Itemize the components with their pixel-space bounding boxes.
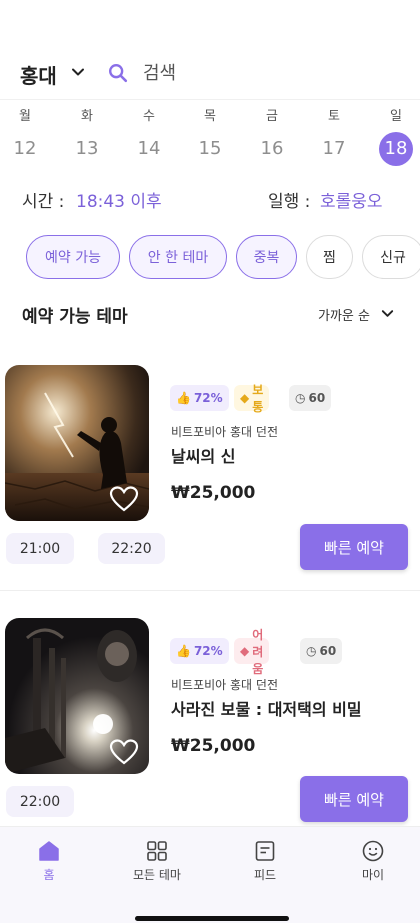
smile-icon [362,840,384,862]
duration-value: 60 [308,391,326,405]
date-item[interactable]: 토 17 [314,108,354,166]
difficulty-badge: ◆ 보통 [234,383,270,414]
clock-icon: ◷ [306,644,317,658]
time-slot[interactable]: 21:00 [6,533,74,564]
quick-reserve-button[interactable]: 빠른 예약 [300,524,408,570]
like-badge: 👍 72% [170,638,229,664]
date-number: 15 [198,138,222,159]
heart-icon[interactable] [109,738,139,766]
party-label: 일행 : [268,192,311,212]
duration-badge: ◷ 60 [289,385,332,411]
search-input[interactable] [143,58,383,88]
date-item-selected[interactable]: 일 18 [376,108,416,166]
home-icon [39,841,59,861]
like-percent: 72% [193,391,223,405]
section-title: 예약 가능 테마 [22,307,128,327]
date-item[interactable]: 목 15 [190,108,230,166]
date-number: 18 [379,132,413,166]
thumbs-up-icon: 👍 [176,391,191,405]
date-number: 12 [13,138,37,159]
date-number: 14 [137,138,161,159]
store-name: 비트포비아 홍대 던전 [171,678,278,692]
theme-poster-image[interactable] [5,365,149,521]
day-of-week: 수 [143,109,155,124]
time-slot[interactable]: 22:00 [6,786,74,817]
card-divider [0,590,420,591]
thumbs-up-icon: 👍 [176,644,191,658]
diamond-icon: ◆ [240,391,250,405]
booking-conditions: 시간 : 18:43 이후 일행 : 호롤웅오 [0,187,420,215]
day-of-week: 월 [19,109,31,124]
filter-chip-duplicate[interactable]: 중복 [236,235,297,279]
chevron-down-icon[interactable] [380,306,395,321]
grid-icon [147,841,167,861]
day-of-week: 토 [328,109,340,124]
duration-badge: ◷ 60 [300,638,343,664]
day-of-week: 금 [266,109,278,124]
difficulty-label: 보통 [252,383,264,414]
clock-icon: ◷ [295,391,306,405]
day-of-week: 목 [204,109,216,124]
tab-home[interactable]: 홈 [4,839,94,883]
date-number: 17 [322,138,346,159]
tab-my[interactable]: 마이 [328,839,418,883]
theme-poster-image[interactable] [5,618,149,774]
date-number: 16 [260,138,284,159]
filter-chip-favorite[interactable]: 찜 [306,235,353,279]
theme-price: ₩25,000 [171,483,256,503]
home-indicator [135,916,289,921]
date-item[interactable]: 금 16 [252,108,292,166]
tab-label: 마이 [361,868,385,882]
sort-selector[interactable]: 가까운 순 [318,305,370,324]
tab-label: 모든 테마 [133,868,181,882]
heart-icon[interactable] [109,485,139,513]
store-name: 비트포비아 홍대 던전 [171,425,278,439]
date-item[interactable]: 수 14 [129,108,169,166]
like-percent: 72% [193,644,223,658]
time-label: 시간 : [22,192,65,212]
difficulty-label: 어려움 [252,627,264,676]
day-of-week: 일 [390,109,402,124]
tab-all-themes[interactable]: 모든 테마 [112,839,202,883]
search-icon[interactable] [107,62,129,84]
filter-chip-new[interactable]: 신규 [362,235,420,279]
tab-feed[interactable]: 피드 [220,839,310,883]
bottom-tab-bar: 홈 모든 테마 피드 마이 [0,826,420,923]
header-divider [0,99,420,100]
difficulty-badge: ◆ 어려움 [234,628,270,676]
date-item[interactable]: 월 12 [5,108,45,166]
theme-title[interactable]: 사라진 보물 : 대저택의 비밀 [171,696,362,720]
feed-icon [255,841,275,861]
filter-chip-not-played[interactable]: 안 한 테마 [129,235,227,279]
theme-title[interactable]: 날씨의 신 [171,443,235,467]
top-header: 홍대 [0,56,420,92]
tab-label: 홈 [43,868,55,882]
diamond-icon: ◆ [240,644,250,658]
date-item[interactable]: 화 13 [67,108,107,166]
quick-reserve-button[interactable]: 빠른 예약 [300,776,408,822]
day-of-week: 화 [81,109,93,124]
date-number: 13 [75,138,99,159]
filter-chips: 예약 가능 안 한 테마 중복 찜 신규 [0,235,420,281]
party-value[interactable]: 호롤웅오 [320,187,383,212]
tab-label: 피드 [253,868,277,882]
duration-value: 60 [319,644,337,658]
theme-price: ₩25,000 [171,736,256,756]
time-slot[interactable]: 22:20 [98,533,165,564]
like-badge: 👍 72% [170,385,229,411]
date-picker: 월 12 화 13 수 14 목 15 금 16 토 17 일 18 [0,108,420,168]
time-value[interactable]: 18:43 이후 [76,187,162,212]
filter-chip-available[interactable]: 예약 가능 [26,235,120,279]
region-selector[interactable]: 홍대 [20,60,57,89]
chevron-down-icon[interactable] [70,64,86,80]
